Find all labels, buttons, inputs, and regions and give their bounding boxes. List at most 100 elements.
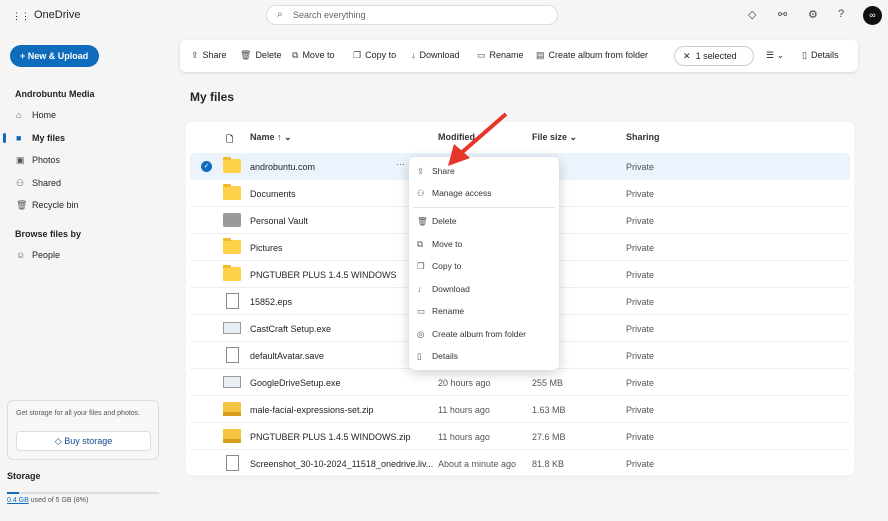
label: Share bbox=[202, 50, 227, 60]
file-name[interactable]: 15852.eps bbox=[250, 297, 292, 307]
share-button[interactable]: ⇪ Share bbox=[191, 50, 227, 61]
new-upload-button[interactable]: + New & Upload bbox=[10, 45, 99, 67]
avatar[interactable]: ∞ bbox=[863, 6, 882, 25]
label: Create album from folder bbox=[548, 50, 649, 60]
zip-icon bbox=[223, 402, 241, 416]
gear-icon[interactable]: ⚙ bbox=[808, 8, 818, 21]
file-name[interactable]: PNGTUBER PLUS 1.4.5 WINDOWS.zip bbox=[250, 432, 411, 442]
table-row[interactable]: Screenshot_30-10-2024_11518_onedrive.liv… bbox=[190, 450, 850, 477]
search-placeholder: Search everything bbox=[293, 10, 366, 20]
sharing-column-header[interactable]: Sharing bbox=[626, 132, 660, 142]
file-name[interactable]: CastCraft Setup.exe bbox=[250, 324, 331, 334]
label: Move to bbox=[302, 50, 335, 60]
sharing: Private bbox=[626, 378, 655, 388]
file-name[interactable]: androbuntu.com bbox=[250, 162, 315, 172]
copy-to-button[interactable]: ❐ Copy to bbox=[353, 50, 396, 61]
label: Details bbox=[810, 50, 839, 60]
sidebar-item-shared[interactable]: ⚇ Shared bbox=[10, 173, 170, 193]
file-type-header-icon: 🗋 bbox=[226, 134, 234, 144]
selection-pill[interactable]: ✕ 1 selected bbox=[674, 46, 754, 66]
menu-item-icon: ❐ bbox=[417, 261, 425, 271]
create-album-button[interactable]: ▤ Create album from folder bbox=[536, 50, 648, 61]
menu-item-download[interactable]: ↓ Download bbox=[409, 279, 559, 299]
doc-icon bbox=[226, 347, 239, 363]
label: Create album from folder bbox=[432, 329, 527, 339]
photo-icon: ▣ bbox=[16, 155, 25, 165]
label: Shared bbox=[32, 178, 62, 188]
modified: 20 hours ago bbox=[438, 378, 491, 388]
label: Copy to bbox=[432, 261, 462, 271]
file-name[interactable]: Pictures bbox=[250, 243, 283, 253]
sharing: Private bbox=[626, 243, 655, 253]
storage-used-link[interactable]: 0.4 GB bbox=[7, 497, 29, 504]
help-icon[interactable]: ? bbox=[838, 8, 844, 20]
details-button[interactable]: ▯ Details bbox=[802, 50, 838, 61]
checkmark-icon[interactable]: ✓ bbox=[201, 161, 212, 172]
zip-icon bbox=[223, 429, 241, 443]
sharing: Private bbox=[626, 189, 655, 199]
modified: About a minute ago bbox=[438, 459, 517, 469]
file-name[interactable]: GoogleDriveSetup.exe bbox=[250, 378, 341, 388]
app-launcher-icon[interactable]: ⋮⋮ bbox=[12, 11, 30, 21]
menu-item-icon: ▭ bbox=[417, 306, 426, 316]
delete-button[interactable]: 🗑 Delete bbox=[240, 50, 281, 61]
selected-count: 1 selected bbox=[695, 51, 737, 61]
sidebar-item-my-files[interactable]: ■ My files bbox=[3, 128, 170, 148]
label: Copy to bbox=[365, 50, 397, 60]
close-icon[interactable]: ✕ bbox=[683, 51, 693, 61]
menu-item-rename[interactable]: ▭ Rename bbox=[409, 301, 559, 321]
sharing: Private bbox=[626, 162, 655, 172]
menu-item-delete[interactable]: 🗑 Delete bbox=[409, 211, 559, 231]
sidebar-item-recycle-bin[interactable]: 🗑 Recycle bin bbox=[10, 195, 170, 215]
sidebar-item-people[interactable]: ☺ People bbox=[10, 245, 170, 265]
download-button[interactable]: ↓ Download bbox=[411, 50, 460, 60]
trash-icon: 🗑 bbox=[16, 200, 28, 210]
sidebar-item-home[interactable]: ⌂ Home bbox=[10, 105, 170, 125]
menu-item-move-to[interactable]: ⧉ Move to bbox=[409, 234, 559, 254]
album-icon: ▤ bbox=[536, 50, 545, 60]
rename-button[interactable]: ▭ Rename bbox=[477, 50, 524, 61]
trash-icon: 🗑 bbox=[240, 50, 252, 60]
share-network-icon[interactable]: ⚯ bbox=[778, 8, 787, 21]
search-icon: ⌕ bbox=[277, 9, 283, 20]
file-name[interactable]: male-facial-expressions-set.zip bbox=[250, 405, 374, 415]
file-name[interactable]: Documents bbox=[250, 189, 296, 199]
buy-storage-button[interactable]: ◇ Buy storage bbox=[16, 431, 151, 451]
label: Move to bbox=[432, 239, 463, 249]
table-row[interactable]: GoogleDriveSetup.exe 20 hours ago 255 MB Pr… bbox=[190, 369, 850, 396]
menu-item-details[interactable]: ▯ Details bbox=[409, 346, 559, 366]
folder-icon bbox=[223, 265, 241, 281]
file-size-column-header[interactable]: File size ⌄ bbox=[532, 132, 577, 143]
menu-item-icon: ⧉ bbox=[417, 239, 424, 249]
label: Details bbox=[432, 351, 458, 361]
label: Download bbox=[432, 284, 470, 294]
label: Download bbox=[419, 50, 460, 60]
menu-item-manage-access[interactable]: ⚇ Manage access bbox=[409, 183, 559, 203]
menu-item-copy-to[interactable]: ❐ Copy to bbox=[409, 256, 559, 276]
table-row[interactable]: male-facial-expressions-set.zip 11 hours … bbox=[190, 396, 850, 423]
storage-bar-fill bbox=[7, 492, 20, 494]
label: Rename bbox=[432, 306, 465, 316]
storage-rest: used of 5 GB (8%) bbox=[28, 497, 89, 504]
file-name[interactable]: Personal Vault bbox=[250, 216, 308, 226]
top-bar: ⋮⋮ OneDrive ⌕ Search everything ◇ ⚯ ⚙ ? ∞ bbox=[0, 0, 888, 32]
rename-icon: ▭ bbox=[477, 50, 486, 60]
folder-icon: ■ bbox=[16, 133, 22, 143]
folder-icon bbox=[223, 157, 241, 173]
storage-bar bbox=[7, 492, 159, 494]
sort-view-button[interactable]: ☰ ⌄ bbox=[766, 50, 784, 61]
table-row[interactable]: PNGTUBER PLUS 1.4.5 WINDOWS.zip 11 hours … bbox=[190, 423, 850, 450]
sharing: Private bbox=[626, 270, 655, 280]
diamond-icon[interactable]: ◇ bbox=[748, 8, 756, 21]
list-icon: ☰ ⌄ bbox=[766, 50, 785, 60]
search-input[interactable]: ⌕ Search everything bbox=[266, 5, 558, 25]
file-name[interactable]: Screenshot_30-10-2024_11518_onedrive.liv… bbox=[250, 459, 433, 469]
name-column-header[interactable]: Name ↑ ⌄ bbox=[250, 132, 292, 143]
file-name[interactable]: defaultAvatar.save bbox=[250, 351, 324, 361]
more-options-icon[interactable]: ··· bbox=[396, 159, 405, 169]
menu-item-create-album-from-folder[interactable]: ◎ Create album from folder bbox=[409, 324, 559, 344]
sidebar-item-photos[interactable]: ▣ Photos bbox=[10, 150, 170, 170]
move-to-button[interactable]: ⧉ Move to bbox=[292, 50, 334, 61]
file-name[interactable]: PNGTUBER PLUS 1.4.5 WINDOWS bbox=[250, 270, 397, 280]
share-icon: ⇪ bbox=[191, 50, 199, 60]
